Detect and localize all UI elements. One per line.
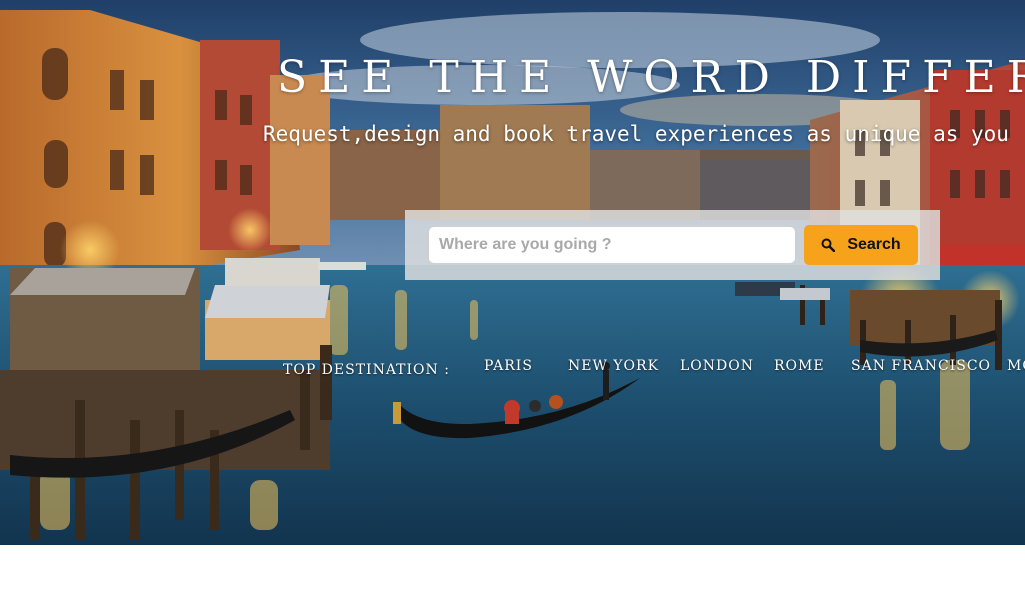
- search-button-label: Search: [847, 236, 901, 253]
- destination-link-new-york[interactable]: NEW YORK: [568, 358, 659, 374]
- hero-headline: SEE THE WORD DIFFERENTLY: [277, 52, 1025, 103]
- destination-link-london[interactable]: LONDON: [680, 358, 754, 374]
- search-panel: Search: [405, 210, 940, 280]
- destination-link-paris[interactable]: PARIS: [484, 358, 533, 374]
- destination-link-rome[interactable]: ROME: [774, 358, 825, 374]
- search-icon: [821, 238, 836, 252]
- hero-subline: Request,design and book travel experienc…: [263, 122, 1009, 146]
- hero-banner: SEE THE WORD DIFFERENTLY Request,design …: [0, 0, 1025, 545]
- page-below-hero: [0, 545, 1025, 609]
- destination-search-input[interactable]: [428, 226, 796, 264]
- search-button[interactable]: Search: [804, 225, 918, 265]
- destination-link-mo[interactable]: MO: [1007, 358, 1025, 374]
- destination-link-san-francisco[interactable]: SAN FRANCISCO: [851, 358, 991, 374]
